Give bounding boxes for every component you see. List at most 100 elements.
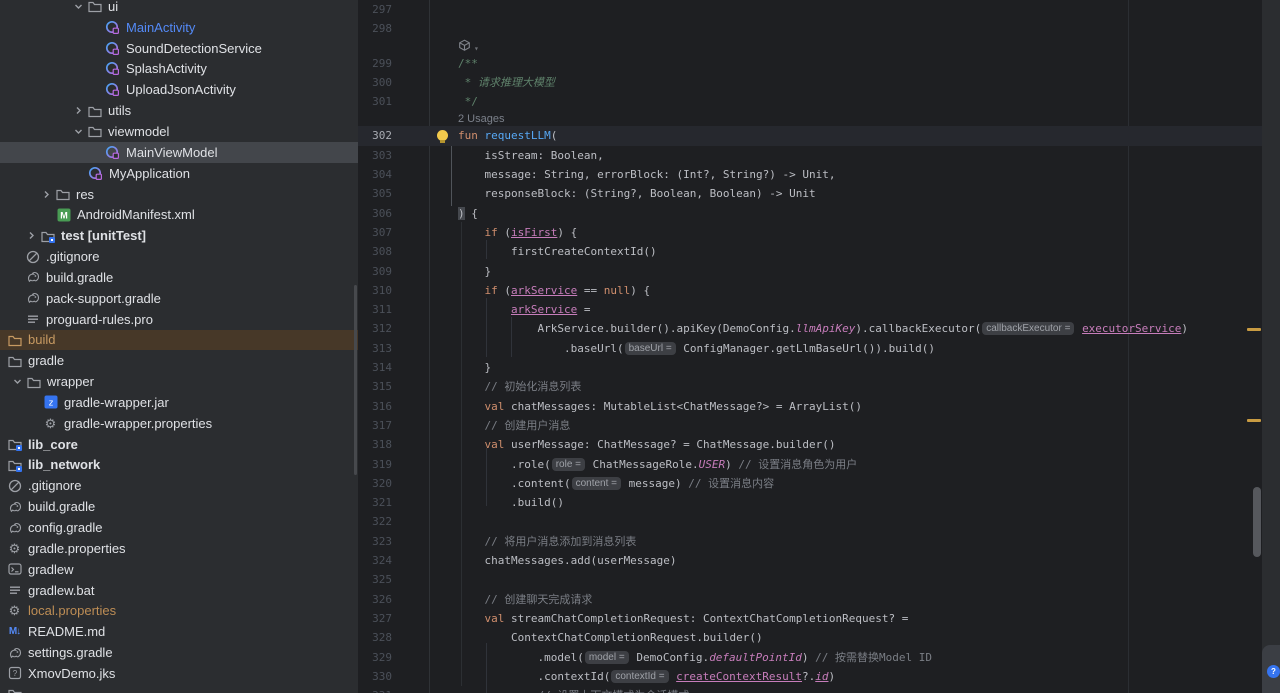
code-line-307[interactable]: 307 if (isFirst) { bbox=[358, 223, 1262, 242]
code-line-309[interactable]: 309 } bbox=[358, 262, 1262, 281]
tree-item-res[interactable]: res bbox=[0, 184, 358, 205]
code-line-326[interactable]: 326 // 创建聊天完成请求 bbox=[358, 590, 1262, 609]
tree-item-gradle-wrapper-properties[interactable]: ⚙gradle-wrapper.properties bbox=[0, 413, 358, 434]
code-line-318[interactable]: 318 val userMessage: ChatMessage? = Chat… bbox=[358, 435, 1262, 454]
code-line-319[interactable]: 319 .role(role = ChatMessageRole.USER) /… bbox=[358, 455, 1262, 474]
code-text: firstCreateContextId() bbox=[429, 242, 657, 261]
tree-item-build[interactable]: build bbox=[0, 330, 358, 351]
tree-item-wrapper[interactable]: wrapper bbox=[0, 371, 358, 392]
code-line-331[interactable]: 331 // 设置上下文模式为会话模式 bbox=[358, 686, 1262, 693]
code-line-313[interactable]: 313 .baseUrl(baseUrl = ConfigManager.get… bbox=[358, 339, 1262, 358]
tree-item-splashactivity[interactable]: SplashActivity bbox=[0, 59, 358, 80]
tree-item-test-unittest-[interactable]: test [unitTest] bbox=[0, 225, 358, 246]
line-number: 311 bbox=[358, 300, 429, 319]
tree-item-utils[interactable]: utils bbox=[0, 100, 358, 121]
code-line-306[interactable]: 306) { bbox=[358, 204, 1262, 223]
tree-item-proguard-rules-pro[interactable]: proguard-rules.pro bbox=[0, 309, 358, 330]
tree-item-mainviewmodel[interactable]: MainViewModel bbox=[0, 142, 358, 163]
tree-item-androidmanifest-xml[interactable]: MAndroidManifest.xml bbox=[0, 204, 358, 225]
code-line-329[interactable]: 329 .model(model = DemoConfig.defaultPoi… bbox=[358, 648, 1262, 667]
tree-item-viewmodel[interactable]: viewmodel bbox=[0, 121, 358, 142]
tree-item-pack-support-gradle[interactable]: pack-support.gradle bbox=[0, 288, 358, 309]
code-line-310[interactable]: 310 if (arkService == null) { bbox=[358, 281, 1262, 300]
code-line-323[interactable]: 323 // 将用户消息添加到消息列表 bbox=[358, 532, 1262, 551]
code-line-328[interactable]: 328 ContextChatCompletionRequest.builder… bbox=[358, 628, 1262, 647]
tree-scrollbar[interactable] bbox=[354, 285, 357, 475]
code-line-327[interactable]: 327 val streamChatCompletionRequest: Con… bbox=[358, 609, 1262, 628]
code-line-304[interactable]: 304 message: String, errorBlock: (Int?, … bbox=[358, 165, 1262, 184]
code-line-297[interactable]: 297 bbox=[358, 0, 1262, 19]
tree-item--gitignore[interactable]: .gitignore bbox=[0, 475, 358, 496]
tree-item-myapplication[interactable]: MyApplication bbox=[0, 163, 358, 184]
code-lines: 297298▾299/**300 * 请求推理大模型301 */ 2 Usages… bbox=[358, 0, 1262, 693]
tree-item-settings-gradle[interactable]: settings.gradle bbox=[0, 642, 358, 663]
tree-item-gradle-properties[interactable]: ⚙gradle.properties bbox=[0, 538, 358, 559]
tree-item-ui[interactable]: ui bbox=[0, 0, 358, 17]
tree-item-gradle[interactable]: gradle bbox=[0, 350, 358, 371]
line-number: 301 bbox=[358, 92, 429, 111]
chevron-down-icon[interactable] bbox=[10, 376, 25, 387]
tree-item-build-gradle[interactable]: build.gradle bbox=[0, 496, 358, 517]
code-text: val streamChatCompletionRequest: Context… bbox=[429, 609, 908, 628]
tree-item-label: SplashActivity bbox=[126, 61, 207, 76]
code-line-321[interactable]: 321 .build() bbox=[358, 493, 1262, 512]
code-line-324[interactable]: 324 chatMessages.add(userMessage) bbox=[358, 551, 1262, 570]
code-line-301[interactable]: 301 */ bbox=[358, 92, 1262, 111]
parameter-hint-pill: contextId = bbox=[611, 670, 668, 683]
tree-item-label: viewmodel bbox=[108, 124, 169, 139]
lightbulb-icon[interactable] bbox=[437, 130, 448, 141]
tree-item-gradlew-bat[interactable]: gradlew.bat bbox=[0, 580, 358, 601]
tree-item-sounddetectionservice[interactable]: SoundDetectionService bbox=[0, 38, 358, 59]
code-line-330[interactable]: 330 .contextId(contextId = createContext… bbox=[358, 667, 1262, 686]
chevron-down-icon[interactable] bbox=[71, 1, 86, 12]
inlay-row-usages[interactable]: 2 Usages bbox=[358, 111, 1262, 126]
tree-item-label: gradle bbox=[28, 353, 64, 368]
line-number: 297 bbox=[358, 0, 429, 19]
tree-item-build-gradle[interactable]: build.gradle bbox=[0, 267, 358, 288]
editor-scrollbar[interactable] bbox=[1253, 487, 1261, 557]
class-icon bbox=[87, 165, 104, 181]
code-text: .content(content = message) // 设置消息内容 bbox=[429, 474, 774, 493]
code-line-312[interactable]: 312 ArkService.builder().apiKey(DemoConf… bbox=[358, 319, 1262, 338]
code-line-299[interactable]: 299/** bbox=[358, 54, 1262, 73]
chevron-right-icon[interactable] bbox=[71, 105, 86, 116]
tree-item-local-properties[interactable]: ⚙local.properties bbox=[0, 600, 358, 621]
code-line-302[interactable]: 302fun requestLLM( bbox=[358, 126, 1262, 145]
code-line-320[interactable]: 320 .content(content = message) // 设置消息内… bbox=[358, 474, 1262, 493]
code-text: } bbox=[429, 358, 491, 377]
tree-item-gradlew[interactable]: gradlew bbox=[0, 559, 358, 580]
code-line-305[interactable]: 305 responseBlock: (String?, Boolean, Bo… bbox=[358, 184, 1262, 203]
usages-label[interactable]: 2 Usages bbox=[458, 113, 504, 125]
code-line-300[interactable]: 300 * 请求推理大模型 bbox=[358, 73, 1262, 92]
tree-item-mainactivity[interactable]: MainActivity bbox=[0, 17, 358, 38]
tree-item-gradle-wrapper-jar[interactable]: zgradle-wrapper.jar bbox=[0, 392, 358, 413]
code-line-325[interactable]: 325 bbox=[358, 570, 1262, 589]
code-line-316[interactable]: 316 val chatMessages: MutableList<ChatMe… bbox=[358, 397, 1262, 416]
code-line-315[interactable]: 315 // 初始化消息列表 bbox=[358, 377, 1262, 396]
code-text: responseBlock: (String?, Boolean, Boolea… bbox=[429, 184, 816, 203]
tree-item-partial[interactable] bbox=[0, 684, 358, 693]
code-line-308[interactable]: 308 firstCreateContextId() bbox=[358, 242, 1262, 261]
chevron-right-icon[interactable] bbox=[24, 230, 39, 241]
code-line-314[interactable]: 314 } bbox=[358, 358, 1262, 377]
tree-item-xmovdemo-jks[interactable]: ?XmovDemo.jks bbox=[0, 663, 358, 684]
code-line-317[interactable]: 317 // 创建用户消息 bbox=[358, 416, 1262, 435]
tree-item-lib-network[interactable]: lib_network bbox=[0, 455, 358, 476]
tree-item--gitignore[interactable]: .gitignore bbox=[0, 246, 358, 267]
code-line-311[interactable]: 311 arkService = bbox=[358, 300, 1262, 319]
chevron-right-icon[interactable] bbox=[39, 189, 54, 200]
assistant-bubble-icon[interactable]: ? bbox=[1267, 665, 1280, 678]
inlay-row-icon[interactable]: ▾ bbox=[358, 39, 1262, 54]
line-number: 310 bbox=[358, 281, 429, 300]
code-editor[interactable]: 297298▾299/**300 * 请求推理大模型301 */ 2 Usages… bbox=[358, 0, 1280, 693]
tree-item-uploadjsonactivity[interactable]: UploadJsonActivity bbox=[0, 79, 358, 100]
code-line-303[interactable]: 303 isStream: Boolean, bbox=[358, 146, 1262, 165]
tree-item-label: MyApplication bbox=[109, 166, 190, 181]
tree-item-config-gradle[interactable]: config.gradle bbox=[0, 517, 358, 538]
code-line-298[interactable]: 298 bbox=[358, 19, 1262, 38]
modfolder-icon bbox=[39, 228, 56, 244]
code-line-322[interactable]: 322 bbox=[358, 512, 1262, 531]
chevron-down-icon[interactable] bbox=[71, 126, 86, 137]
tree-item-readme-md[interactable]: M↓README.md bbox=[0, 621, 358, 642]
tree-item-lib-core[interactable]: lib_core bbox=[0, 434, 358, 455]
